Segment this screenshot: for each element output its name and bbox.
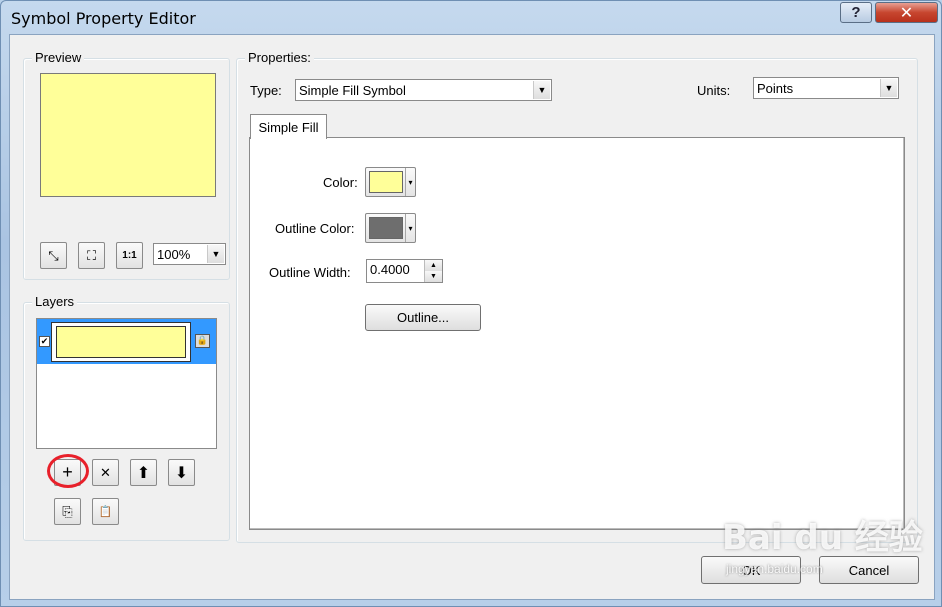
type-label: Type: [250, 83, 282, 98]
outline-button[interactable]: Outline... [365, 304, 481, 331]
title-bar[interactable]: Symbol Property Editor ? ✕ [1, 1, 941, 35]
actual-size-button[interactable]: 1:1 [116, 242, 143, 269]
type-value: Simple Fill Symbol [299, 82, 406, 98]
zoom-fit-button[interactable]: ⤡ [40, 242, 67, 269]
chevron-down-icon: ▼ [533, 81, 550, 99]
fill-color-button[interactable]: ▾ [365, 167, 416, 197]
type-select[interactable]: Simple Fill Symbol ▼ [295, 79, 552, 101]
zoom-value: 100% [157, 246, 191, 262]
preview-swatch [40, 73, 216, 197]
zoom-select[interactable]: 100% ▼ [153, 243, 226, 265]
layer-visible-checkbox[interactable]: ✔ [39, 336, 50, 347]
layer-symbol-preview [51, 322, 191, 362]
arrow-down-icon: ⬇ [174, 464, 189, 482]
preview-group: Preview ⤡ ⛶ 1:1 100% ▼ [23, 50, 230, 280]
layers-group: Layers ✔ 🔒 + ✕ ⬆ ⬇ ⎘ 📋 [23, 294, 230, 541]
tab-simple-fill[interactable]: Simple Fill [250, 114, 327, 139]
units-select[interactable]: Points ▼ [753, 77, 899, 99]
help-button[interactable]: ? [840, 2, 872, 23]
properties-legend: Properties: [245, 50, 314, 65]
dropdown-arrow-icon: ▾ [405, 168, 415, 196]
move-up-button[interactable]: ⬆ [130, 459, 157, 486]
copy-layer-button[interactable]: ⎘ [54, 498, 81, 525]
layers-legend: Layers [32, 294, 78, 309]
paste-layer-button[interactable]: 📋 [92, 498, 119, 525]
chevron-down-icon: ▼ [207, 245, 224, 263]
outline-width-value: 0.4000 [370, 262, 410, 277]
layer-item[interactable]: ✔ 🔒 [37, 319, 216, 364]
window-title: Symbol Property Editor [11, 9, 196, 28]
outline-width-label: Outline Width: [269, 265, 351, 280]
highlight-circle [47, 454, 89, 488]
layer-fill-swatch [56, 326, 186, 358]
remove-layer-button[interactable]: ✕ [92, 459, 119, 486]
arrow-up-icon: ⬆ [136, 464, 151, 482]
fill-color-swatch [369, 171, 403, 193]
outline-width-stepper[interactable]: 0.4000 ▲ ▼ [366, 259, 443, 283]
color-label: Color: [323, 175, 358, 190]
layer-lock-icon[interactable]: 🔒 [195, 334, 210, 348]
actual-size-icon: 1:1 [122, 250, 137, 261]
preview-legend: Preview [32, 50, 85, 65]
spin-up-icon[interactable]: ▲ [424, 260, 442, 271]
simple-fill-panel [249, 137, 905, 530]
move-down-button[interactable]: ⬇ [168, 459, 195, 486]
chevron-down-icon: ▼ [880, 79, 897, 97]
close-button[interactable]: ✕ [875, 2, 938, 23]
units-label: Units: [697, 83, 731, 98]
zoom-extent-button[interactable]: ⛶ [78, 242, 105, 269]
outline-color-label: Outline Color: [275, 221, 355, 236]
units-value: Points [757, 80, 794, 96]
dropdown-arrow-icon: ▾ [405, 214, 415, 242]
paste-icon: 📋 [98, 506, 113, 518]
fit-to-window-icon: ⤡ [48, 247, 59, 263]
x-icon: ✕ [100, 464, 111, 480]
outline-color-button[interactable]: ▾ [365, 213, 416, 243]
copy-icon: ⎘ [62, 503, 73, 519]
spin-down-icon[interactable]: ▼ [424, 271, 442, 282]
zoom-extent-icon: ⛶ [86, 247, 97, 263]
outline-color-swatch [369, 217, 403, 239]
layers-list[interactable]: ✔ 🔒 [36, 318, 217, 449]
watermark-logo: Bai du 经验 [722, 518, 923, 558]
watermark-url: jingyan.baidu.com [726, 562, 823, 576]
